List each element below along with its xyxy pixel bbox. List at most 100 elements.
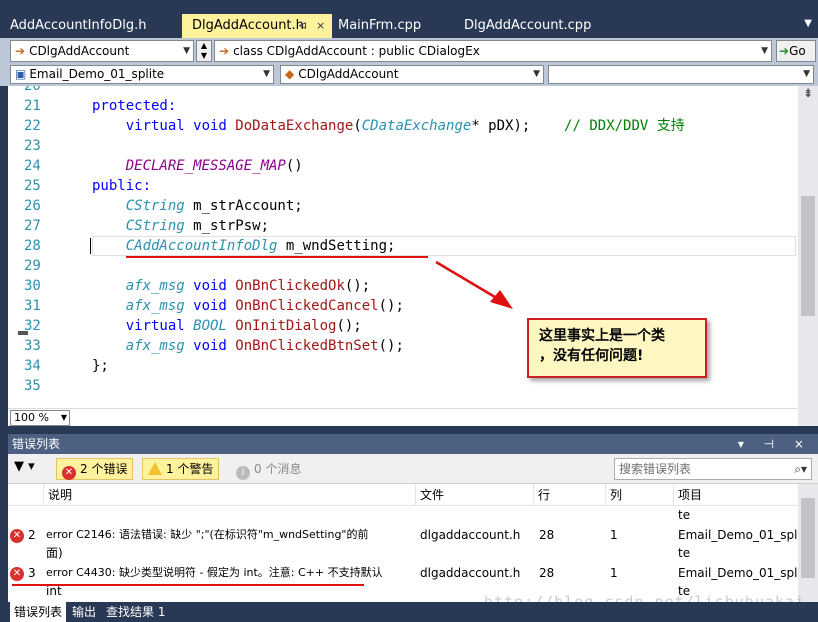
zoom-combo[interactable]: 100 % ▼ [10,410,70,426]
project-combo[interactable]: ▣ Email_Demo_01_splite ▼ [10,65,274,84]
line-number: 34 [24,358,41,374]
split-icon[interactable]: ⇟ [798,86,818,104]
tab-label: AddAccountInfoDlg.h [10,18,147,33]
cell-line: 28 [539,566,555,580]
code-text: CAddAccountInfoDlg m_wndSetting; [92,236,396,256]
tab-error-list[interactable]: 错误列表 [10,602,67,622]
code-line[interactable]: 26 CString m_strAccount; [8,196,798,216]
code-token: void [184,298,236,314]
code-token: }; [92,358,109,374]
callout-text-line2: ，没有任何问题! [539,348,644,364]
annotation-callout: 这里事实上是一个类 ，没有任何问题! [527,318,707,378]
code-token: CDataExchange [361,118,472,134]
code-token: (); [378,298,404,314]
code-line[interactable]: 29 [8,256,798,276]
column-header-project[interactable]: 项目 [674,484,798,506]
tab-dlgaddaccount-h[interactable]: DlgAddAccount.h ⊲ × [182,14,332,38]
code-token: afx_msg [92,278,185,294]
scrollbar-thumb[interactable] [801,196,815,316]
code-token: () [285,158,303,174]
table-row[interactable]: ✕ 2 error C2146: 语法错误: 缺少 ";"(在标识符"m_wnd… [8,526,798,564]
tab-dlgaddaccount-cpp[interactable]: DlgAddAccount.cpp [454,14,594,38]
code-token: m_wndSetting; [277,238,396,254]
code-line[interactable]: 28 CAddAccountInfoDlg m_wndSetting; [8,236,798,256]
cell-number: 2 [28,528,36,542]
pin-icon[interactable]: ⊲ [298,14,307,38]
go-icon: ➜ [779,44,790,58]
code-line[interactable]: 30 afx_msg void OnBnClickedOk(); [8,276,798,296]
table-row[interactable]: te [8,506,798,524]
class-icon: ◆ [285,67,295,81]
code-line[interactable]: 20 [8,86,798,96]
errors-toggle-button[interactable]: ✕ 2 个错误 [56,458,134,480]
column-header-line[interactable]: 行 [534,484,606,506]
third-combo[interactable]: ▼ [548,65,814,84]
code-line[interactable]: 22 virtual void DoDataExchange(CDataExch… [8,116,798,136]
code-text: virtual void DoDataExchange(CDataExchang… [92,116,685,136]
editor-vertical-scrollbar[interactable] [798,86,818,408]
code-text: protected: [92,96,176,116]
panel-window-buttons[interactable]: ▾ ⊣ × [738,434,812,454]
scope-combo[interactable]: ➔ class CDlgAddAccount : public CDialogEx… [214,40,772,62]
tab-mainfrm-cpp[interactable]: MainFrm.cpp [328,14,454,38]
tab-find-results[interactable]: 查找结果 1 [102,602,169,622]
line-number: 31 [24,298,41,314]
code-line[interactable]: 27 CString m_strPsw; [8,216,798,236]
grid-header: 说明 文件 行 列 项目 [8,484,798,506]
member-combo[interactable]: ◆ CDlgAddAccount ▼ [280,65,544,84]
cell-column: 1 [610,566,618,580]
chevron-down-icon: ▼ [803,69,810,79]
line-number: 22 [24,118,41,134]
filter-icon[interactable]: ▼ ▾ [14,459,35,474]
code-line[interactable]: 35 [8,376,798,396]
arrow-icon: ➔ [15,44,26,58]
navigation-bar-bottom: ▣ Email_Demo_01_splite ▼ ◆ CDlgAddAccount … [0,64,818,86]
cell-number: 3 [28,566,36,580]
code-text: public: [92,176,151,196]
cell-column: 1 [610,528,618,542]
class-combo[interactable]: ➔ CDlgAddAccount ▼ [10,40,194,62]
messages-toggle-button[interactable]: i0 个消息 [230,458,307,480]
code-line[interactable]: 21 protected: [8,96,798,116]
tab-addaccountinfodlg-h[interactable]: AddAccountInfoDlg.h [0,14,180,38]
column-header-column[interactable]: 列 [606,484,674,506]
column-header-file[interactable]: 文件 [416,484,534,506]
warnings-toggle-button[interactable]: 1 个警告 [142,458,220,480]
error-icon: ✕ [62,466,76,480]
go-button[interactable]: ➜Go [776,40,816,62]
code-line[interactable]: 31 afx_msg void OnBnClickedCancel(); [8,296,798,316]
tab-dropdown-icon[interactable]: ▼ [804,18,812,29]
chevron-down-icon: ▼ [761,46,768,56]
code-token: OnBnClickedCancel [235,298,379,314]
code-token: DoDataExchange [235,118,354,134]
search-error-list-input[interactable]: 搜索错误列表 ⌕▾ [614,458,812,480]
tab-output[interactable]: 输出 [68,602,100,622]
error-list-scrollbar[interactable] [798,484,818,602]
line-number: 25 [24,178,41,194]
code-line[interactable]: 24 DECLARE_MESSAGE_MAP() [8,156,798,176]
line-number: 20 [24,86,41,94]
scrollbar-thumb[interactable] [801,498,815,578]
search-icon: ⌕▾ [794,462,807,476]
code-token: afx_msg [92,298,185,314]
column-header-icon[interactable] [8,484,44,506]
close-icon[interactable]: × [316,14,325,38]
error-list-title-bar: 错误列表 ▾ ⊣ × [8,434,818,454]
chevron-down-icon: ▼ [60,413,67,422]
tab-label: MainFrm.cpp [338,18,422,33]
corner-box [798,408,818,426]
code-text: DECLARE_MESSAGE_MAP() [92,156,303,176]
error-icon: ✕ [10,529,24,543]
line-number: 28 [24,238,41,254]
code-token: // DDX/DDV 支持 [564,118,685,134]
error-icon: ✕ [10,567,24,581]
line-number: 23 [24,138,41,154]
code-token: CAddAccountInfoDlg [92,238,278,254]
code-line[interactable]: 25 public: [8,176,798,196]
line-number: 27 [24,218,41,234]
spin-buttons[interactable]: ▲ ▼ [196,40,212,62]
column-header-description[interactable]: 说明 [44,484,416,506]
code-line[interactable]: 23 [8,136,798,156]
chevron-down-icon: ▼ [533,69,540,79]
cell-description: error C4430: 缺少类型说明符 - 假定为 int。注意: C++ 不… [46,566,383,579]
